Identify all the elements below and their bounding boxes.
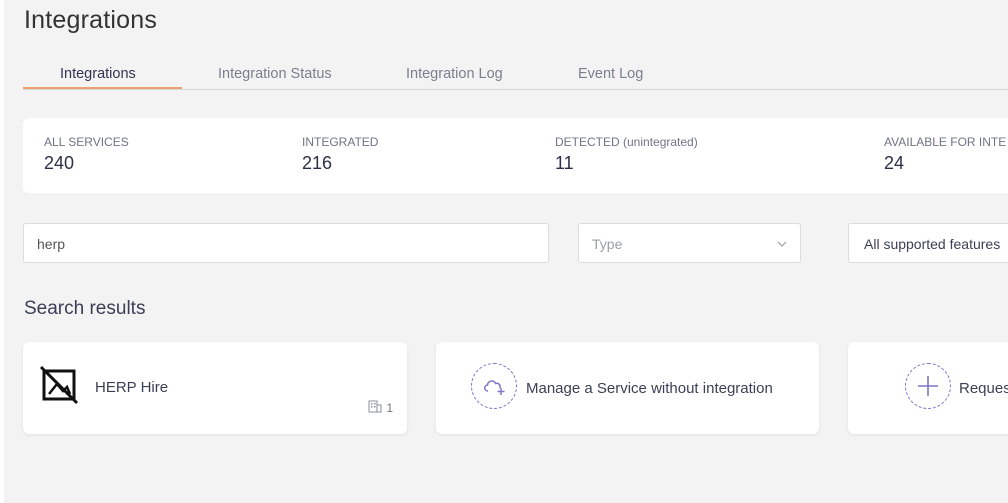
stats-card: ALL SERVICES 240 INTEGRATED 216 DETECTED… (23, 118, 1008, 193)
stat-value: 24 (884, 153, 905, 173)
stat-label: DETECTED (unintegrated) (555, 135, 698, 149)
type-select-placeholder: Type (592, 236, 623, 252)
stat-label: INTEGRATED (302, 135, 379, 149)
service-count-value: 1 (386, 401, 393, 415)
manage-service-card[interactable]: Manage a Service without integration (436, 342, 819, 434)
features-select[interactable]: All supported features (848, 223, 1008, 263)
stat-available[interactable]: AVAILABLE FOR INTE 24 (884, 135, 1006, 174)
building-icon (368, 400, 382, 416)
left-edge (0, 0, 4, 503)
request-card[interactable]: Reques (848, 342, 1008, 434)
tab-integration-log[interactable]: Integration Log (406, 66, 503, 82)
cloud-add-icon (471, 363, 517, 409)
tab-integrations[interactable]: Integrations (60, 66, 136, 82)
service-name: HERP Hire (95, 379, 169, 396)
stat-integrated[interactable]: INTEGRATED 216 (302, 135, 378, 174)
stat-value: 11 (555, 153, 574, 173)
type-select[interactable]: Type (578, 223, 801, 263)
search-results-title: Search results (24, 298, 146, 319)
service-card-herp-hire[interactable]: HERP Hire 1 (23, 342, 407, 434)
stat-detected[interactable]: DETECTED (unintegrated) 11 (555, 135, 698, 174)
search-input[interactable]: herp (23, 223, 549, 263)
manage-service-label: Manage a Service without integration (526, 380, 773, 397)
stat-label: AVAILABLE FOR INTE (884, 135, 1007, 149)
stat-all-services[interactable]: ALL SERVICES 240 (44, 135, 129, 174)
stat-label: ALL SERVICES (44, 135, 129, 149)
tab-event-log[interactable]: Event Log (578, 66, 643, 82)
page-title: Integrations (24, 6, 158, 34)
tab-bar: Integrations Integration Status Integrat… (23, 62, 1008, 90)
stat-value: 216 (302, 153, 333, 173)
stat-value: 240 (44, 153, 75, 173)
tab-integration-status[interactable]: Integration Status (218, 66, 332, 82)
active-tab-indicator (23, 87, 182, 89)
chevron-down-icon (776, 237, 788, 255)
service-count: 1 (368, 400, 393, 416)
request-label: Reques (959, 380, 1008, 397)
features-select-value: All supported features (864, 236, 1001, 252)
search-input-value: herp (37, 236, 66, 252)
plus-icon (905, 363, 951, 409)
no-image-icon (39, 364, 79, 411)
